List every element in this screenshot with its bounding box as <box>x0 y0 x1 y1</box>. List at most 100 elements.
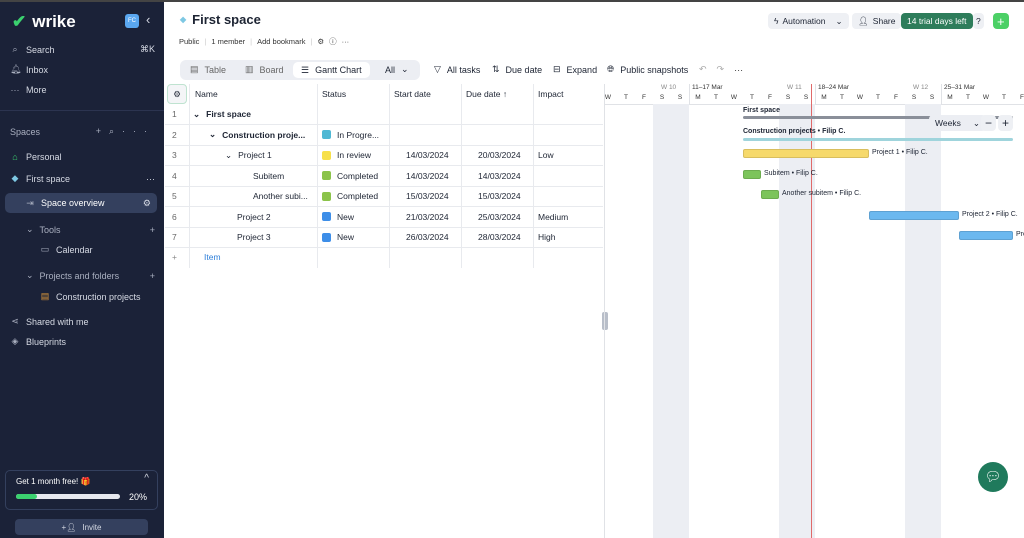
zoom-out-button[interactable]: − <box>981 115 997 131</box>
chevron-down-icon: ⌄ <box>972 117 980 128</box>
gantt-bar <box>743 169 761 179</box>
sidebar-item-blueprints[interactable]: ◈ Blueprints <box>10 336 67 347</box>
day-label: T <box>840 94 844 101</box>
chevron-down-icon[interactable]: ⌄ <box>193 109 200 120</box>
task-name[interactable]: Project 1 <box>238 150 272 160</box>
blueprint-icon: ◈ <box>11 336 19 346</box>
user-icon: 👤︎ <box>858 15 869 26</box>
tab-table[interactable]: ▤ Table <box>190 64 226 75</box>
task-name[interactable]: Another subi... <box>253 191 308 201</box>
day-label: M <box>695 94 701 101</box>
task-name[interactable]: Project 3 <box>237 232 271 242</box>
sidebar-item-calendar[interactable]: ▭ Calendar <box>40 244 93 255</box>
day-label: T <box>624 94 628 101</box>
week-divider <box>689 84 690 104</box>
spaces-actions[interactable]: +⌕··· <box>96 126 155 137</box>
sidebar-item-first-space[interactable]: ◆ First space ··· <box>10 173 155 184</box>
info-icon[interactable]: ⓘ <box>329 36 337 47</box>
members-link[interactable]: 1 member <box>211 37 245 46</box>
avatar[interactable]: FC <box>125 14 139 28</box>
gear-icon[interactable]: ⚙ <box>317 37 324 46</box>
chevron-down-icon[interactable]: ⌄ <box>225 150 232 161</box>
share-button[interactable]: 👤︎ Share <box>852 13 902 29</box>
column-name[interactable]: Name <box>195 84 218 104</box>
add-bookmark-link[interactable]: Add bookmark <box>257 37 305 46</box>
task-name[interactable]: Construction proje... <box>222 130 305 140</box>
row-number: 6 <box>172 211 177 222</box>
overview-icon: ⇥ <box>26 197 34 208</box>
undo-icon[interactable]: ↶ <box>699 64 707 75</box>
chevron-down-icon[interactable]: ⌄ <box>836 16 843 27</box>
chevron-down-icon: ⌄ <box>26 224 34 234</box>
lightning-icon: ϟ <box>774 16 779 26</box>
weekend-shade <box>671 104 689 538</box>
due-date-cell: 25/03/2024 <box>478 211 521 222</box>
status-color <box>322 150 331 160</box>
chevron-up-icon[interactable]: ^ <box>144 473 149 484</box>
sidebar-item-personal[interactable]: ⌂ Personal <box>10 152 61 162</box>
invite-button[interactable]: +👤︎ Invite <box>15 519 148 535</box>
due-date-cell: 20/03/2024 <box>478 150 521 160</box>
task-name[interactable]: First space <box>206 109 251 119</box>
add-item-button[interactable]: Item <box>204 247 221 267</box>
column-start-date[interactable]: Start date <box>394 84 431 104</box>
column-impact[interactable]: Impact <box>538 84 564 104</box>
week-range: 18–24 Mar <box>818 84 850 91</box>
tab-board[interactable]: ▥ Board <box>245 64 284 75</box>
collapse-sidebar-icon[interactable]: ‹ <box>146 12 150 27</box>
task-name[interactable]: Subitem <box>253 171 284 181</box>
gantt-icon: ☰ <box>301 64 310 75</box>
column-status[interactable]: Status <box>322 84 346 104</box>
public-link[interactable]: Public <box>179 37 199 46</box>
chat-icon: 💬︎ <box>984 469 1002 484</box>
trial-badge[interactable]: 14 trial days left <box>901 13 973 29</box>
gantt-bar <box>959 231 1013 240</box>
day-label: S <box>677 94 683 101</box>
day-label: T <box>750 94 754 101</box>
table-row: Project 3 <box>225 227 271 247</box>
sidebar-item-construction-projects[interactable]: ▤ Construction projects <box>40 291 141 302</box>
chat-button[interactable]: 💬︎ <box>978 462 1008 492</box>
column-due-date[interactable]: Due date ↑ <box>466 84 507 104</box>
help-icon[interactable]: ? <box>973 13 984 29</box>
start-date-cell: 14/03/2024 <box>406 150 449 160</box>
chevron-down-icon[interactable]: ⌄ <box>209 129 216 140</box>
status-cell: Completed <box>322 166 378 186</box>
zoom-in-button[interactable]: + <box>998 115 1014 131</box>
undo-redo[interactable]: ↶ ↷ ··· <box>699 64 743 75</box>
space-icon: ◆ <box>180 15 187 24</box>
table-settings-icon[interactable]: ⚙ <box>167 84 187 104</box>
sidebar-item-space-overview[interactable]: ⇥ Space overview ⚙ <box>5 193 157 213</box>
automation-button[interactable]: ϟ Automation ⌄ <box>768 13 849 29</box>
chevron-down-icon: ⌄ <box>26 270 34 280</box>
due-date-cell: 28/03/2024 <box>478 232 521 242</box>
gear-icon[interactable]: ⚙ <box>143 198 151 209</box>
add-button[interactable]: + <box>993 13 1009 29</box>
sidebar-item-tools[interactable]: ⌄ Tools + <box>26 224 155 235</box>
table-row: Project 2 <box>225 207 271 227</box>
sort-due-date[interactable]: ⇅ Due date <box>492 64 542 75</box>
scale-select[interactable]: Weeks ⌄ <box>929 115 986 131</box>
impact-cell: High <box>538 232 556 242</box>
filter-all-tasks[interactable]: ▽ All tasks <box>434 64 480 75</box>
tab-all-dropdown[interactable]: All ⌄ <box>385 64 409 75</box>
expand-button[interactable]: ⊟ Expand <box>553 64 597 75</box>
sidebar-item-shared[interactable]: ⋖ Shared with me <box>10 316 88 327</box>
status-color <box>322 212 331 221</box>
more-icon[interactable]: ··· <box>734 65 743 75</box>
tab-gantt-chart[interactable]: ☰ Gantt Chart <box>293 62 370 78</box>
status-color <box>322 232 331 242</box>
more-icon[interactable]: ··· <box>342 37 350 46</box>
task-name[interactable]: Project 2 <box>237 212 271 222</box>
gantt-bar <box>743 149 869 158</box>
inbox-button[interactable]: 🔔︎ Inbox <box>10 64 48 75</box>
add-icon[interactable]: + <box>172 247 177 267</box>
day-label: S <box>929 94 935 101</box>
more-button[interactable]: ··· More <box>10 85 47 95</box>
status-color <box>322 191 331 201</box>
redo-icon[interactable]: ↷ <box>717 64 725 75</box>
logo[interactable]: ✔ wrike <box>12 12 76 32</box>
sidebar-item-projects-folders[interactable]: ⌄ Projects and folders + <box>26 270 155 281</box>
search-button[interactable]: ⌕ Search ⌘K <box>10 44 155 55</box>
public-snapshots-button[interactable]: 🌐︎ Public snapshots <box>607 64 688 75</box>
